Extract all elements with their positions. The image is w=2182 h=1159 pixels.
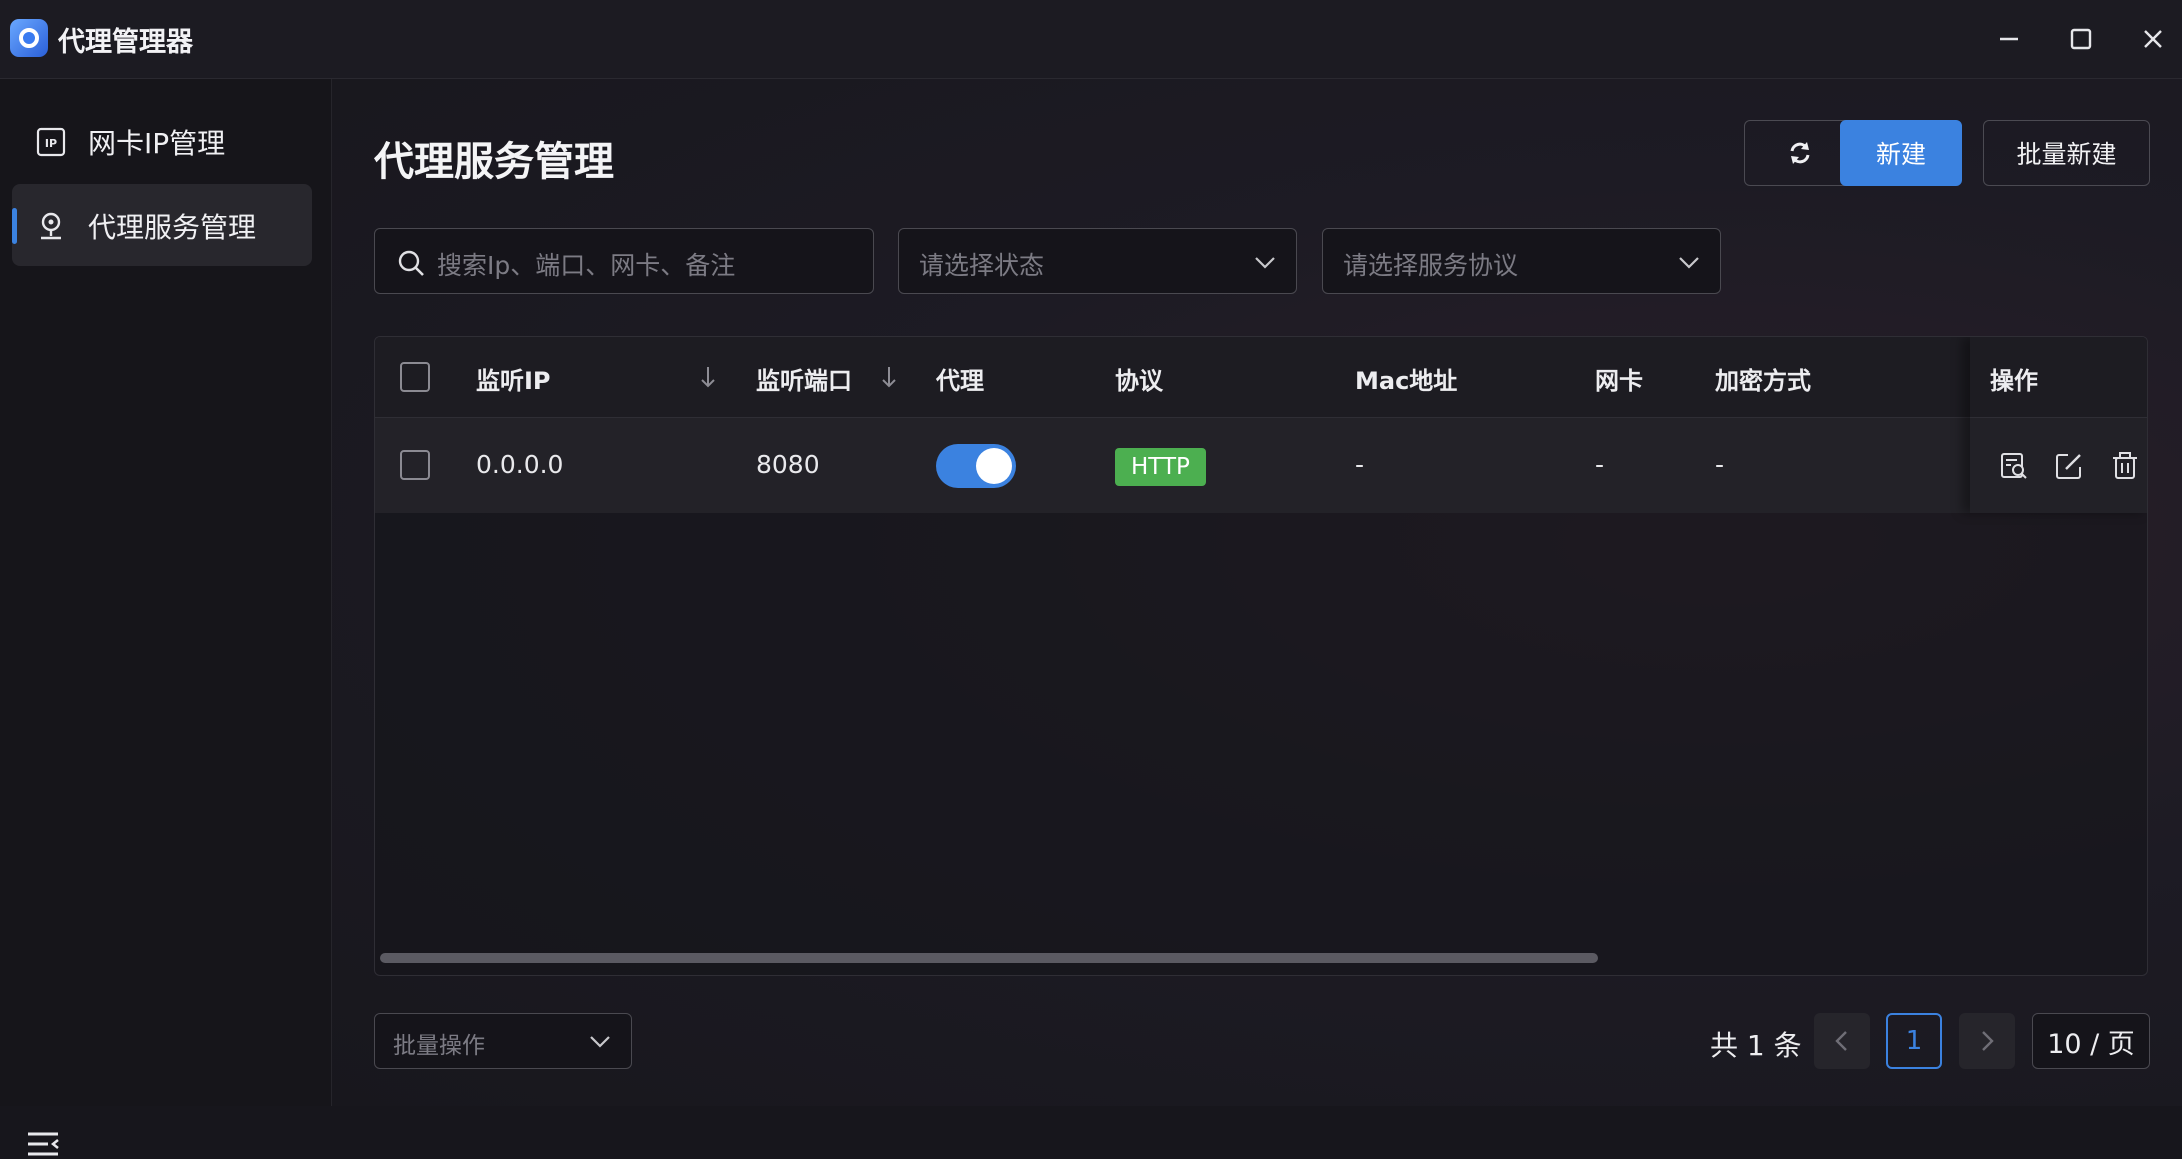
status-placeholder: 请选择状态 [919, 251, 1045, 280]
next-page-button[interactable] [1959, 1013, 2015, 1069]
prev-page-button[interactable] [1814, 1013, 1870, 1069]
chevron-left-icon [1835, 1031, 1847, 1051]
column-header-protocol: 协议 [1115, 367, 1163, 395]
proxy-service-icon [41, 212, 61, 240]
cell-mac: - [1355, 450, 1365, 479]
delete-icon[interactable] [2110, 451, 2140, 481]
main-content: 代理服务管理 新建 批量新建 搜索Ip、端口、网卡、备注 请选择状态 请选择服务… [332, 79, 2182, 1106]
batch-new-button[interactable]: 批量新建 [1983, 120, 2150, 186]
select-all-checkbox[interactable] [400, 362, 430, 392]
sort-down-icon[interactable] [699, 365, 717, 389]
sidebar-item-label: 代理服务管理 [88, 211, 257, 244]
chevron-down-icon [1679, 257, 1699, 269]
batch-operations-select[interactable]: 批量操作 [374, 1013, 632, 1069]
column-header-proxy: 代理 [936, 367, 984, 395]
protocol-tag: HTTP [1115, 448, 1206, 486]
column-header-mac: Mac地址 [1355, 367, 1458, 395]
active-indicator [12, 208, 17, 244]
svg-text:IP: IP [45, 137, 57, 150]
page-number[interactable]: 1 [1886, 1013, 1942, 1069]
table-header: 监听IP 监听端口 代理 协议 Mac地址 网卡 加密方式 [375, 337, 2147, 418]
operations-header-cell: 操作 [1970, 337, 2147, 418]
app-title: 代理管理器 [58, 27, 193, 58]
close-button[interactable] [2131, 17, 2175, 61]
cell-listen-port: 8080 [756, 450, 820, 479]
column-header-listen-port[interactable]: 监听端口 [756, 361, 852, 396]
edit-icon[interactable] [2054, 451, 2084, 481]
chevron-down-icon [590, 1036, 610, 1048]
column-header-encryption: 加密方式 [1715, 367, 1811, 395]
row-checkbox[interactable] [400, 450, 430, 480]
total-count: 共 1 条 [1710, 1029, 1802, 1062]
chevron-down-icon [1255, 257, 1275, 269]
cell-encryption: - [1715, 450, 1725, 479]
sort-down-icon[interactable] [880, 365, 898, 389]
column-header-actions: 操作 [1990, 367, 2038, 395]
search-placeholder: 搜索Ip、端口、网卡、备注 [437, 251, 736, 280]
operations-cell [1970, 418, 2147, 513]
sidebar: IP 网卡IP管理 代理服务管理 [0, 79, 332, 1156]
proxy-toggle[interactable] [936, 444, 1016, 488]
table-row: 0.0.0.0 8080 HTTP - - - [375, 418, 2147, 513]
column-header-listen-ip[interactable]: 监听IP [476, 361, 551, 396]
minimize-button[interactable] [1987, 17, 2031, 61]
page-title: 代理服务管理 [374, 139, 614, 185]
cell-nic: - [1595, 450, 1605, 479]
refresh-icon [1790, 142, 1810, 164]
minimize-icon [2000, 37, 2018, 41]
new-button[interactable]: 新建 [1840, 120, 1962, 186]
maximize-button[interactable] [2059, 17, 2103, 61]
page-size-select[interactable]: 10 / 页 [2032, 1013, 2150, 1069]
proxy-table: 监听IP 监听端口 代理 协议 Mac地址 网卡 加密方式 0.0.0.0 80… [374, 336, 2148, 976]
sidebar-item-nic-ip[interactable]: IP 网卡IP管理 [12, 100, 312, 182]
chevron-right-icon [1982, 1031, 1994, 1051]
protocol-select[interactable]: 请选择服务协议 [1322, 228, 1721, 294]
search-icon [398, 250, 424, 276]
status-select[interactable]: 请选择状态 [898, 228, 1297, 294]
protocol-placeholder: 请选择服务协议 [1343, 251, 1519, 280]
operations-column: 操作 [1970, 337, 2147, 513]
sidebar-item-label: 网卡IP管理 [88, 127, 226, 160]
maximize-icon [2070, 28, 2092, 50]
view-details-icon[interactable] [1999, 451, 2029, 481]
toggle-knob [976, 448, 1012, 484]
sidebar-item-proxy-service[interactable]: 代理服务管理 [12, 184, 312, 266]
close-icon [2144, 30, 2162, 48]
title-bar: 代理管理器 [0, 0, 2182, 79]
horizontal-scrollbar[interactable] [380, 953, 1598, 963]
collapse-sidebar-icon[interactable] [26, 1129, 60, 1159]
search-input[interactable]: 搜索Ip、端口、网卡、备注 [374, 228, 874, 294]
cell-listen-ip: 0.0.0.0 [476, 450, 564, 479]
column-header-nic: 网卡 [1595, 367, 1643, 395]
app-logo-icon [10, 19, 48, 57]
ip-icon: IP [36, 127, 66, 157]
batch-placeholder: 批量操作 [393, 1033, 485, 1059]
